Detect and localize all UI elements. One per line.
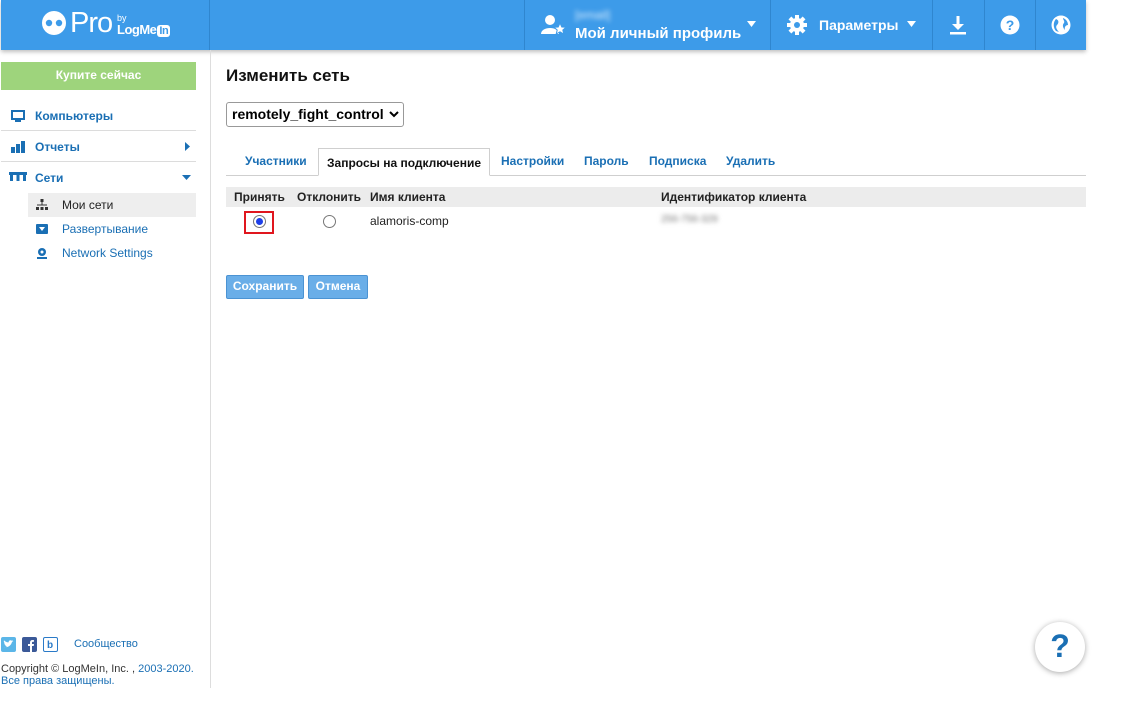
logo-text: Pro bbox=[70, 7, 113, 39]
facebook-icon[interactable] bbox=[22, 637, 37, 652]
sidebar-subitem-label: Network Settings bbox=[62, 246, 153, 260]
column-header-client-name: Имя клиента bbox=[370, 190, 446, 204]
top-bar: Pro by LogMe In [email] Мой личный профил… bbox=[1, 0, 1086, 50]
tab-bar: Участники Запросы на подключение Настрой… bbox=[226, 148, 1086, 176]
buy-now-button[interactable]: Купите сейчас bbox=[1, 62, 196, 90]
page-title: Изменить сеть bbox=[226, 66, 350, 85]
column-header-client-id: Идентификатор клиента bbox=[661, 190, 807, 204]
help-fab-button[interactable]: ? bbox=[1035, 622, 1085, 672]
sidebar-subitem-deploy[interactable]: Развертывание bbox=[28, 217, 196, 241]
help-icon: ? bbox=[1000, 15, 1020, 35]
help-button[interactable]: ? bbox=[984, 0, 1036, 50]
chevron-down-icon bbox=[907, 21, 916, 27]
logo-dots-icon bbox=[42, 11, 66, 35]
twitter-icon[interactable] bbox=[1, 637, 16, 652]
sidebar-subitem-label: Развертывание bbox=[62, 222, 149, 236]
reject-radio[interactable] bbox=[323, 215, 336, 228]
sidebar-item-label: Компьютеры bbox=[35, 109, 114, 123]
settings-menu[interactable]: Параметры bbox=[770, 0, 932, 50]
sidebar-subitem-network-settings[interactable]: Network Settings bbox=[28, 241, 196, 265]
svg-text:b: b bbox=[47, 640, 53, 650]
logo[interactable]: Pro by LogMe In bbox=[1, 0, 210, 50]
network-select-value: remotely_fight_control bbox=[232, 106, 384, 122]
client-name: alamoris-comp bbox=[370, 214, 449, 228]
monitor-icon bbox=[11, 110, 25, 122]
tab-settings[interactable]: Настройки bbox=[501, 154, 564, 168]
logmein-community-icon[interactable]: b bbox=[43, 637, 58, 652]
sidebar-item-computers[interactable]: Компьютеры bbox=[1, 100, 196, 131]
sidebar-subitem-label: Мои сети bbox=[62, 198, 114, 212]
download-button[interactable] bbox=[932, 0, 984, 50]
save-button[interactable]: Сохранить bbox=[226, 275, 304, 299]
social-links: b Сообщество bbox=[1, 637, 201, 653]
network-select[interactable]: remotely_fight_control bbox=[226, 102, 404, 127]
sidebar: Купите сейчас Компьютеры Отчеты Сети Мои… bbox=[0, 50, 211, 688]
sidebar-nav: Компьютеры Отчеты Сети Мои сети Разверты… bbox=[1, 100, 196, 265]
chevron-down-icon bbox=[182, 175, 191, 180]
profile-menu[interactable]: [email] Мой личный профиль bbox=[524, 0, 770, 50]
copyright: Copyright © LogMeIn, Inc. , 2003-2020. В… bbox=[1, 663, 201, 687]
user-email: [email] bbox=[575, 8, 611, 22]
tab-members[interactable]: Участники bbox=[245, 154, 307, 168]
deploy-icon bbox=[36, 224, 48, 234]
tab-delete[interactable]: Удалить bbox=[726, 154, 775, 168]
accept-radio[interactable] bbox=[253, 215, 266, 228]
gear-icon bbox=[787, 15, 807, 35]
chevron-right-icon bbox=[185, 142, 190, 151]
tab-password[interactable]: Пароль bbox=[584, 154, 629, 168]
profile-label: Мой личный профиль bbox=[575, 25, 742, 42]
settings-label: Параметры bbox=[819, 17, 899, 33]
tree-icon bbox=[36, 199, 48, 210]
cancel-button[interactable]: Отмена bbox=[308, 275, 368, 299]
table-row: alamoris-comp 256-756-329 bbox=[226, 209, 1086, 235]
download-icon bbox=[950, 16, 966, 35]
chevron-down-icon bbox=[747, 21, 756, 27]
network-settings-icon bbox=[37, 248, 47, 259]
client-id: 256-756-329 bbox=[661, 214, 718, 225]
svg-text:?: ? bbox=[1006, 17, 1015, 33]
network-icon bbox=[9, 172, 27, 181]
column-header-reject: Отклонить bbox=[297, 190, 362, 204]
table-header: Принять Отклонить Имя клиента Идентифика… bbox=[226, 187, 1086, 207]
globe-icon bbox=[1051, 15, 1071, 35]
sidebar-item-label: Сети bbox=[35, 171, 64, 185]
sidebar-item-networks[interactable]: Сети bbox=[1, 162, 196, 193]
logo-brand: LogMe In bbox=[117, 22, 171, 37]
copyright-text: Copyright © LogMeIn, Inc. , bbox=[1, 663, 136, 675]
bar-chart-icon bbox=[11, 141, 25, 153]
user-star-icon bbox=[541, 15, 567, 36]
chevron-down-icon bbox=[389, 111, 399, 118]
sidebar-item-label: Отчеты bbox=[35, 140, 80, 154]
language-button[interactable] bbox=[1035, 0, 1086, 50]
sidebar-item-reports[interactable]: Отчеты bbox=[1, 131, 196, 162]
column-header-accept: Принять bbox=[234, 190, 285, 204]
sidebar-subitem-my-networks[interactable]: Мои сети bbox=[28, 193, 196, 217]
tab-subscription[interactable]: Подписка bbox=[649, 154, 706, 168]
tab-connection-requests[interactable]: Запросы на подключение bbox=[318, 148, 490, 176]
community-link[interactable]: Сообщество bbox=[74, 638, 138, 650]
